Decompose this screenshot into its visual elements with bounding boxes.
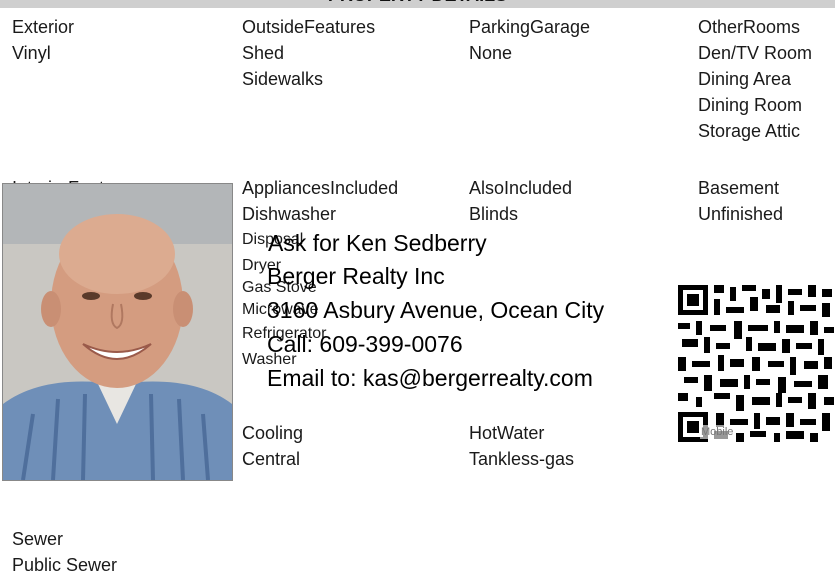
- field-label: HotWater: [469, 423, 545, 443]
- field-value: Unfinished: [698, 204, 784, 224]
- field-value: Den/TV Room: [698, 43, 813, 63]
- agent-phone: Call: 609-399-0076: [267, 331, 463, 357]
- agent-portrait-image: [3, 184, 232, 480]
- agent-address: 3160 Asbury Avenue, Ocean City: [267, 297, 605, 323]
- qr-code-icon: [678, 285, 835, 442]
- section-title: PROPERTY DETAILS: [0, 0, 835, 8]
- field-value: Storage Attic: [698, 121, 801, 141]
- field-value: Blinds: [469, 204, 519, 224]
- field-value: Shed: [242, 43, 285, 63]
- field-value: None: [469, 43, 513, 63]
- field-also-included: AlsoIncluded Blinds: [469, 175, 572, 227]
- agent-email: Email to: kas@bergerrealty.com: [267, 365, 593, 391]
- field-label: Exterior: [12, 17, 75, 37]
- field-value: Sidewalks: [242, 69, 324, 89]
- field-parking-garage: ParkingGarage None: [469, 14, 590, 66]
- field-label: AppliancesIncluded: [242, 178, 399, 198]
- field-value: Central: [242, 449, 301, 469]
- agent-photo: [2, 183, 233, 481]
- field-value: Dining Room: [698, 95, 803, 115]
- field-value: Tankless-gas: [469, 449, 575, 469]
- field-basement: Basement Unfinished: [698, 175, 783, 227]
- field-cooling: Cooling Central: [242, 420, 303, 472]
- field-label: Sewer: [12, 529, 64, 549]
- field-value: Public Sewer: [12, 555, 118, 575]
- qr-caption: Mobile: [700, 425, 735, 439]
- field-exterior: Exterior Vinyl: [12, 14, 74, 66]
- header-bar: PROPERTY DETAILS: [0, 0, 835, 8]
- field-outside-features: OutsideFeatures Shed Sidewalks: [242, 14, 375, 92]
- field-value: Vinyl: [12, 43, 51, 63]
- field-value: Dishwasher: [242, 204, 337, 224]
- field-label: AlsoIncluded: [469, 178, 573, 198]
- field-label: Cooling: [242, 423, 304, 443]
- field-other-rooms: OtherRooms Den/TV Room Dining Area Dinin…: [698, 14, 812, 144]
- field-label: ParkingGarage: [469, 17, 591, 37]
- field-label: Basement: [698, 178, 780, 198]
- field-sewer: Sewer Public Sewer: [12, 526, 117, 578]
- field-label: OtherRooms: [698, 17, 801, 37]
- field-hot-water: HotWater Tankless-gas: [469, 420, 574, 472]
- agent-company: Berger Realty Inc: [267, 263, 445, 289]
- field-label: OutsideFeatures: [242, 17, 376, 37]
- qr-code: Mobile: [678, 285, 835, 442]
- agent-name-line: Ask for Ken Sedberry: [268, 230, 487, 256]
- field-value: Dining Area: [698, 69, 792, 89]
